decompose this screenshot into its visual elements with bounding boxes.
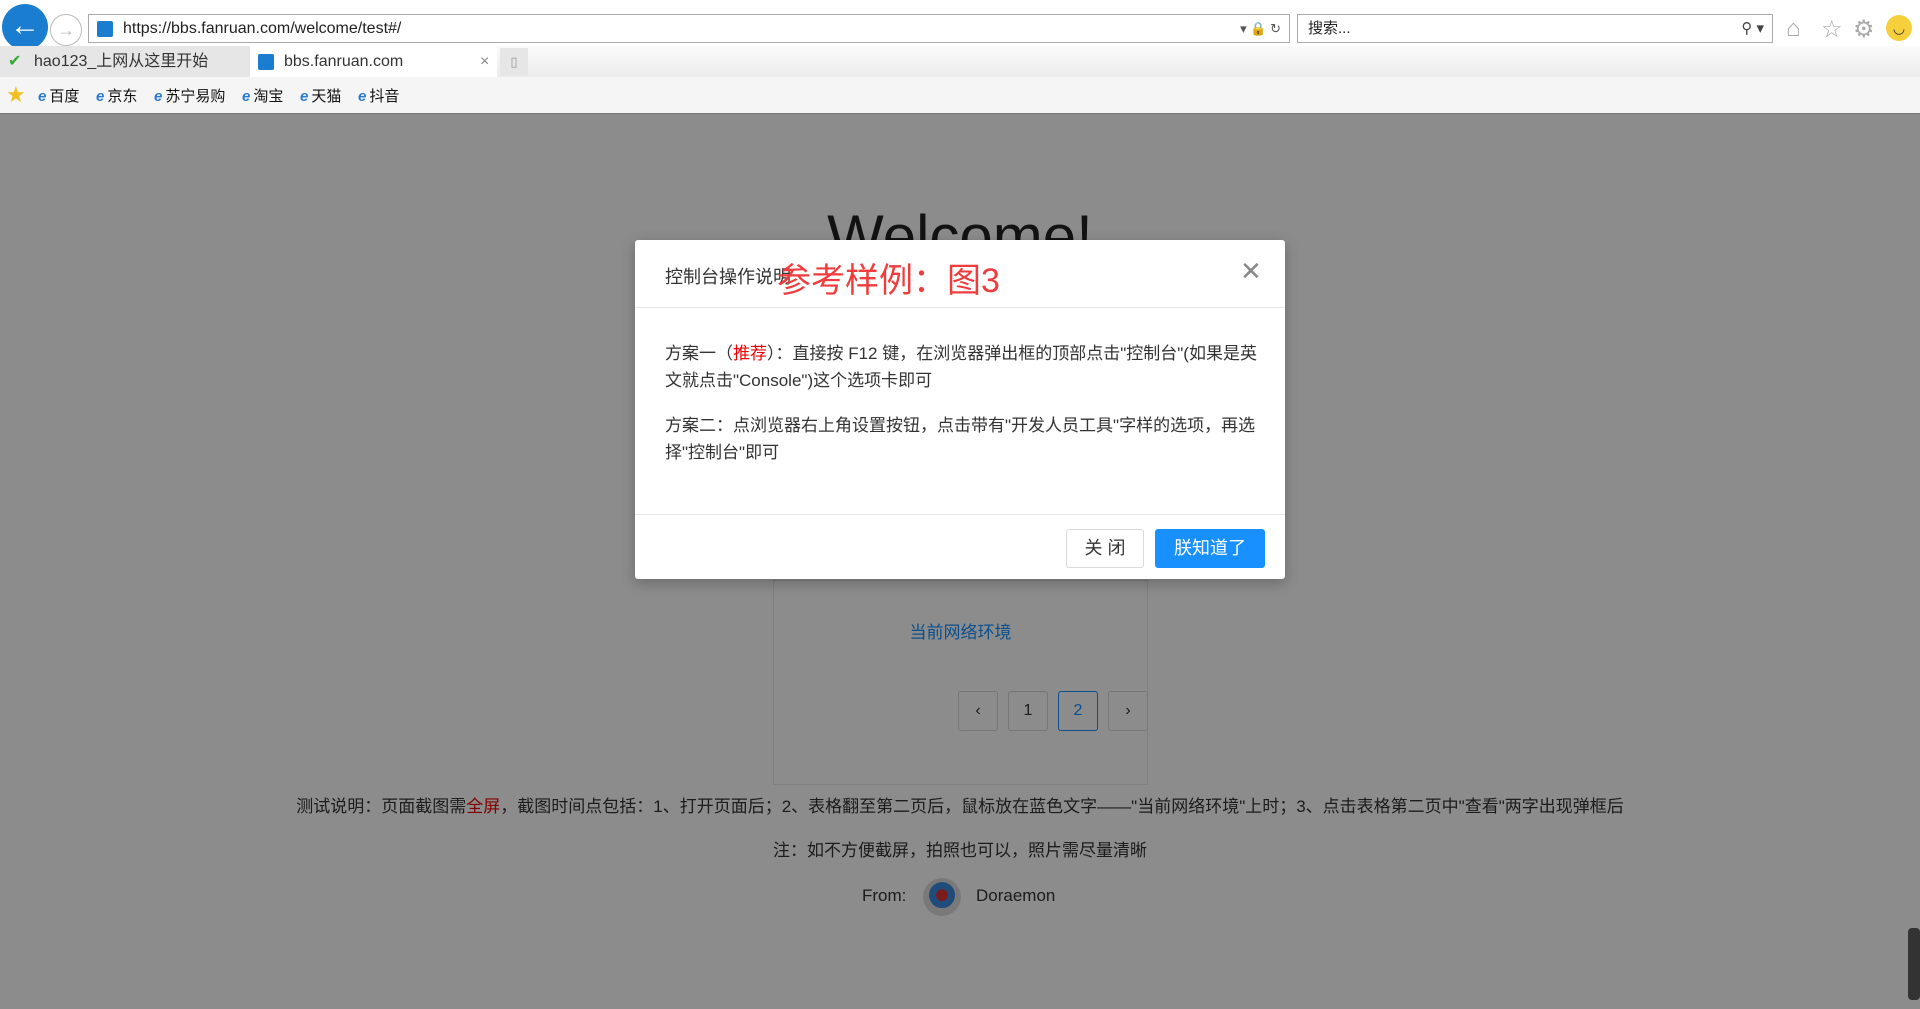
modal-body: 方案一（推荐）：直接按 F12 键，在浏览器弹出框的顶部点击"控制台"(如果是英… bbox=[665, 340, 1260, 484]
tab-label: bbs.fanruan.com bbox=[284, 53, 404, 70]
favorite-link[interactable]: e 抖音 bbox=[358, 85, 399, 106]
acknowledge-button[interactable]: 朕知道了 bbox=[1155, 529, 1265, 568]
tab-hao123[interactable]: ✔ hao123_上网从这里开始 bbox=[0, 46, 250, 77]
favorite-label: 淘宝 bbox=[253, 88, 284, 105]
site-favicon-icon bbox=[258, 54, 274, 70]
url-text: https://bbs.fanruan.com/welcome/test#/ bbox=[123, 20, 402, 37]
ie-icon: e bbox=[154, 88, 163, 105]
modal-title: 控制台操作说明 bbox=[665, 267, 791, 287]
modal-footer bbox=[635, 514, 1285, 515]
scroll-widget[interactable] bbox=[1908, 928, 1920, 1000]
search-input[interactable]: 搜索... ⚲ ▾ bbox=[1297, 14, 1773, 43]
ie-icon: e bbox=[242, 88, 251, 105]
address-bar[interactable]: https://bbs.fanruan.com/welcome/test#/ ▾… bbox=[88, 14, 1290, 43]
tab-fanruan[interactable]: bbs.fanruan.com × bbox=[250, 46, 497, 77]
favorites-star-icon[interactable]: ☆ bbox=[1821, 15, 1843, 44]
favorite-label: 天猫 bbox=[311, 88, 342, 105]
favorite-label: 百度 bbox=[49, 88, 80, 105]
address-controls-icon[interactable]: ▾ 🔒 ↻ bbox=[1240, 15, 1281, 42]
favorite-label: 苏宁易购 bbox=[165, 88, 226, 105]
close-button[interactable]: 关 闭 bbox=[1066, 529, 1144, 568]
hao123-favicon-icon: ✔ bbox=[8, 53, 22, 70]
favorite-link[interactable]: e 天猫 bbox=[300, 85, 341, 106]
feedback-smiley-icon[interactable]: ◡ bbox=[1886, 15, 1912, 41]
sample-label: 参考样例：图3 bbox=[777, 262, 1000, 300]
favorite-label: 京东 bbox=[107, 88, 138, 105]
favorites-star-icon[interactable]: ★ bbox=[6, 82, 26, 108]
new-tab-button[interactable]: ▯ bbox=[500, 48, 528, 76]
close-icon[interactable]: ✕ bbox=[1240, 256, 1262, 287]
ie-icon: e bbox=[38, 88, 47, 105]
close-tab-icon[interactable]: × bbox=[480, 46, 489, 77]
favorites-bar bbox=[0, 77, 1920, 114]
back-button[interactable]: ← bbox=[2, 4, 48, 50]
search-icon[interactable]: ⚲ ▾ bbox=[1741, 15, 1764, 42]
tab-label: hao123_上网从这里开始 bbox=[34, 53, 209, 70]
option-text: 方案一（ bbox=[665, 344, 733, 363]
console-instructions-modal: 控制台操作说明 参考样例：图3 ✕ 方案一（推荐）：直接按 F12 键，在浏览器… bbox=[635, 240, 1285, 579]
favorite-link[interactable]: e 百度 bbox=[38, 85, 79, 106]
home-icon[interactable]: ⌂ bbox=[1786, 15, 1801, 43]
favorite-link[interactable]: e 京东 bbox=[96, 85, 137, 106]
option-one: 方案一（推荐）：直接按 F12 键，在浏览器弹出框的顶部点击"控制台"(如果是英… bbox=[665, 340, 1260, 394]
ie-icon: e bbox=[358, 88, 367, 105]
favorite-link[interactable]: e 淘宝 bbox=[242, 85, 283, 106]
favorite-link[interactable]: e 苏宁易购 bbox=[154, 85, 225, 106]
gear-icon[interactable]: ⚙ bbox=[1853, 15, 1875, 44]
forward-button[interactable]: → bbox=[50, 14, 82, 46]
site-favicon-icon bbox=[97, 21, 113, 37]
browser-chrome: ← → https://bbs.fanruan.com/welcome/test… bbox=[0, 0, 1920, 114]
favorite-label: 抖音 bbox=[369, 88, 400, 105]
recommended-tag: 推荐 bbox=[733, 344, 767, 363]
search-placeholder: 搜索... bbox=[1308, 20, 1351, 37]
ie-icon: e bbox=[96, 88, 105, 105]
option-two: 方案二：点浏览器右上角设置按钮，点击带有"开发人员工具"字样的选项，再选择"控制… bbox=[665, 416, 1256, 462]
ie-icon: e bbox=[300, 88, 309, 105]
